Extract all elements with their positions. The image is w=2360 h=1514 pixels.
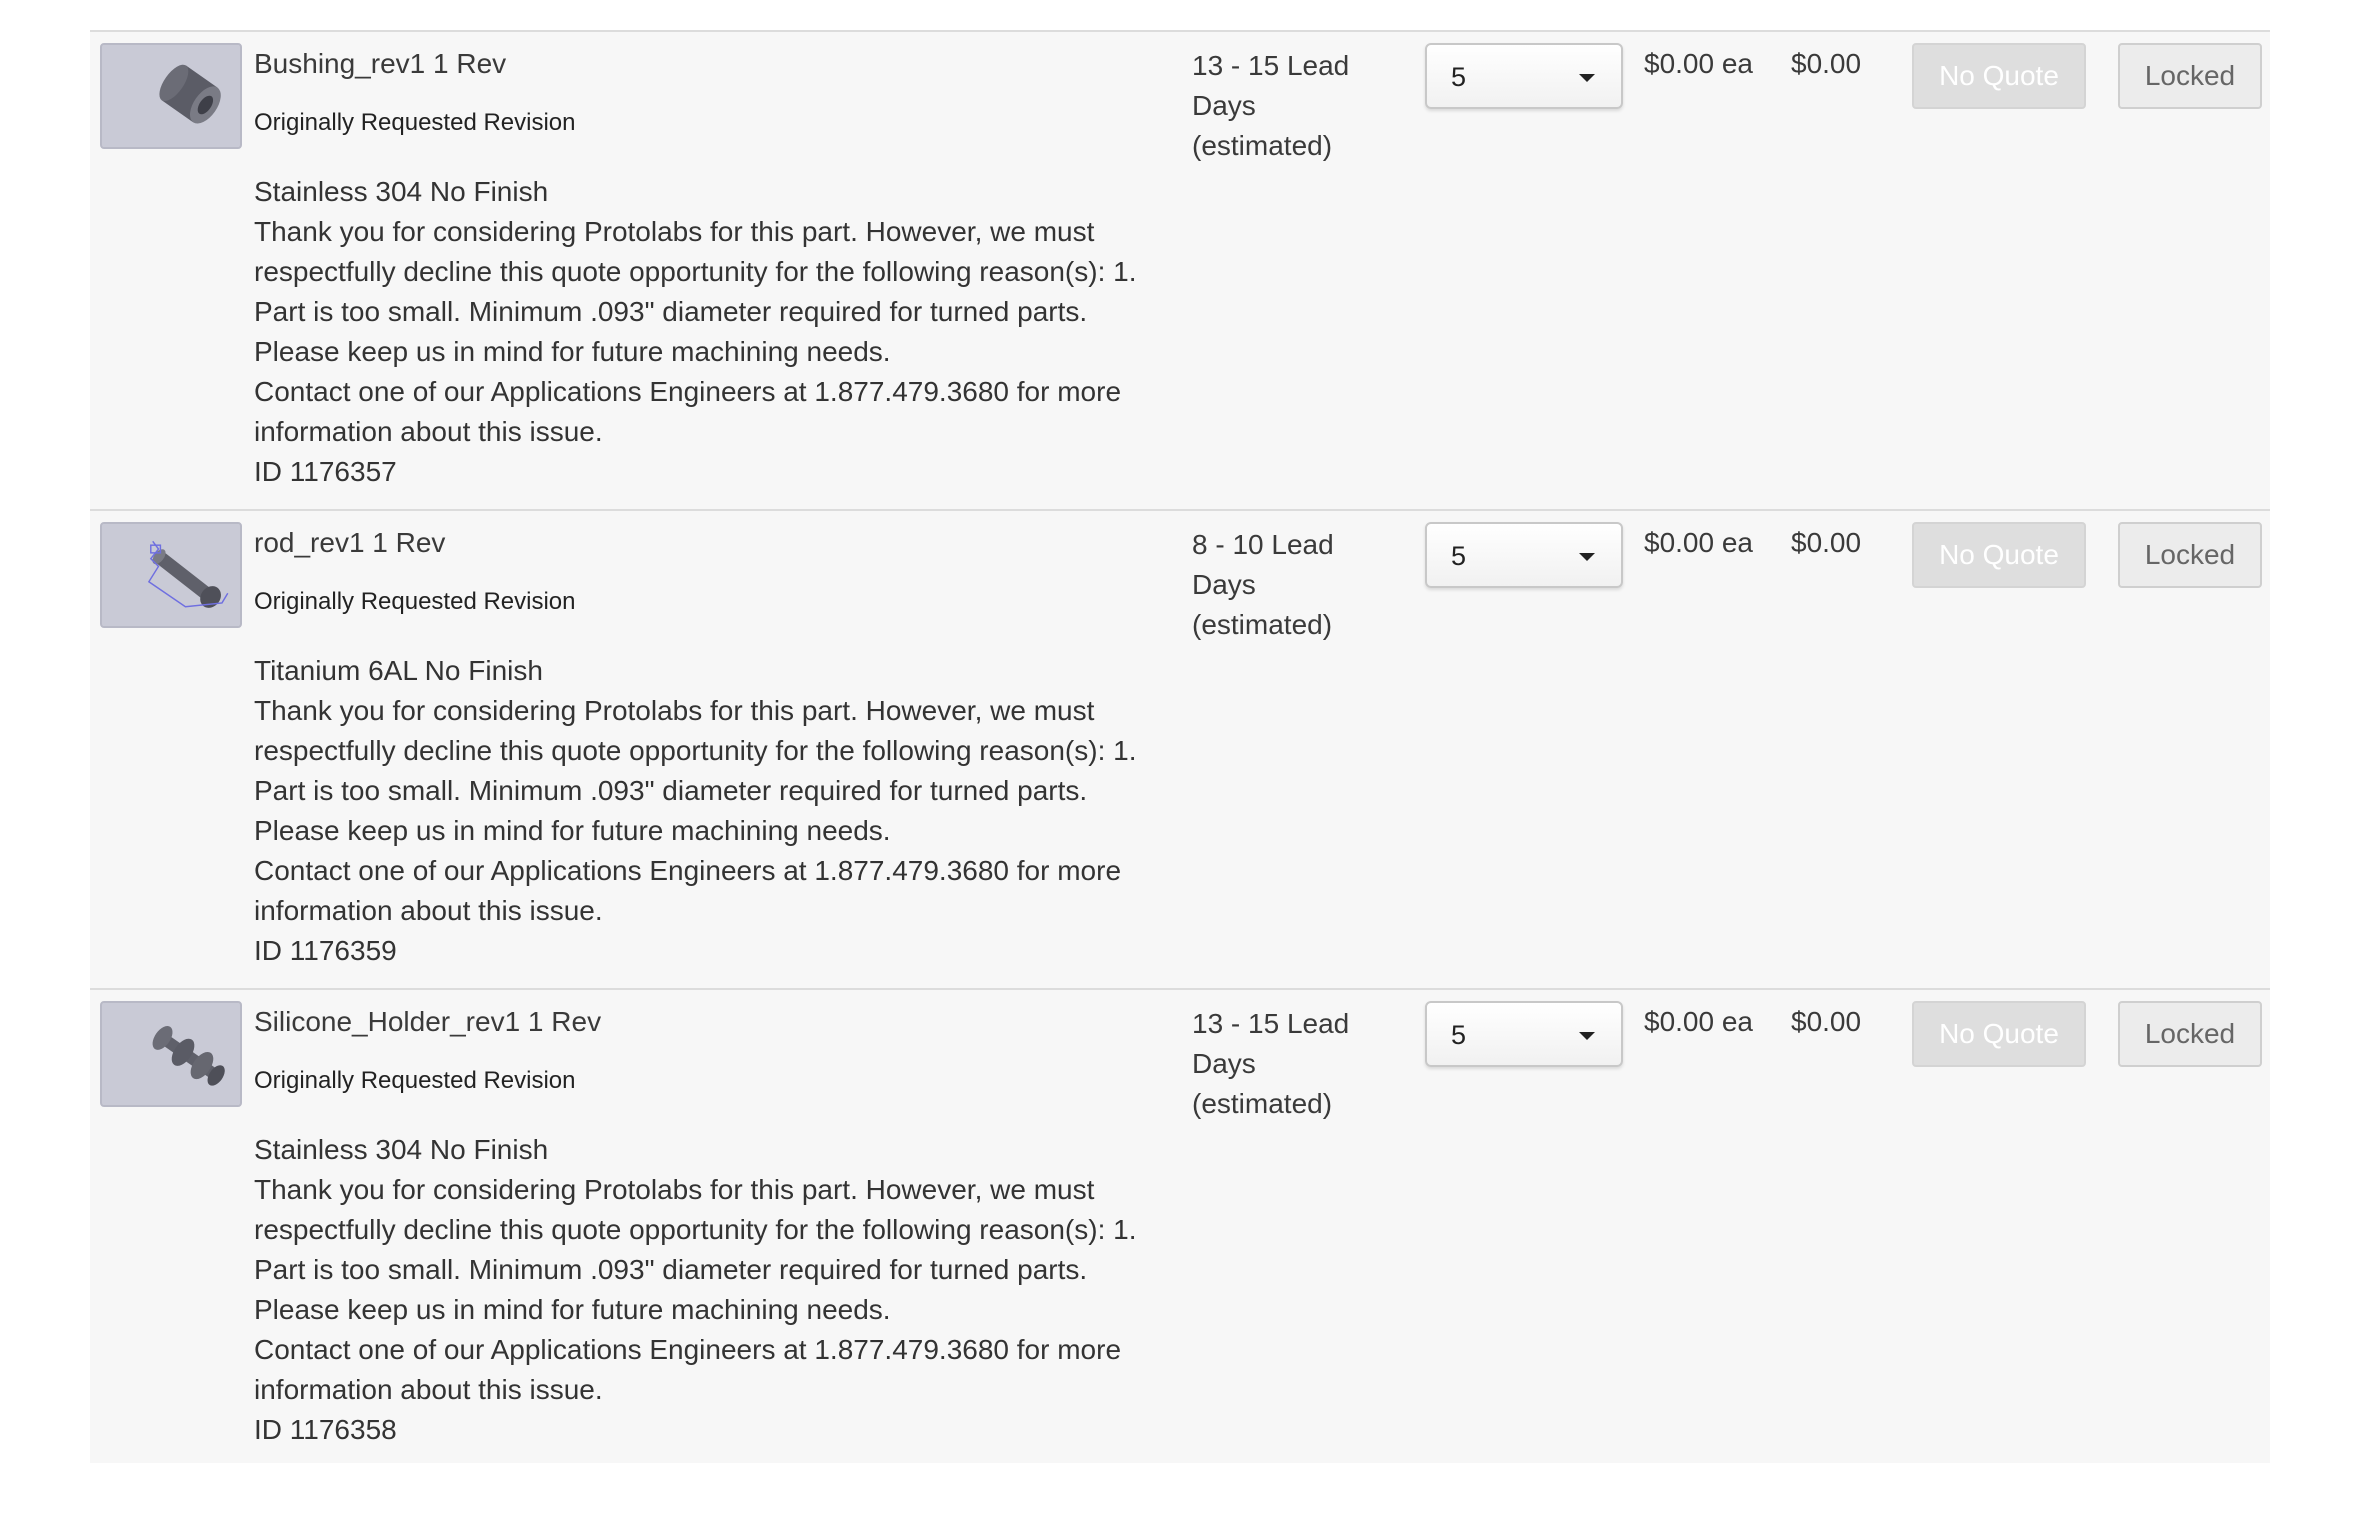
part-description: Stainless 304 No Finish Thank you for co… (254, 172, 1174, 492)
message-line: Please keep us in mind for future machin… (254, 1294, 891, 1325)
revision-label: Originally Requested Revision (254, 588, 576, 615)
lead-time-line: 13 - 15 Lead (1192, 1008, 1350, 1039)
message-line: Part is too small. Minimum .093" diamete… (254, 296, 1088, 327)
unit-price: $0.00 ea (1644, 527, 1753, 558)
lead-time: 13 - 15 Lead Days (estimated) (1192, 46, 1392, 166)
message-line: Contact one of our Applications Engineer… (254, 1334, 1122, 1365)
message-line: respectfully decline this quote opportun… (254, 256, 1137, 287)
message-line: information about this issue. (254, 1374, 603, 1405)
lead-time-line: (estimated) (1192, 1088, 1333, 1119)
part-name: rod_rev1 1 Rev (254, 527, 446, 558)
part-id: ID 1176358 (254, 1414, 397, 1445)
no-quote-button[interactable]: No Quote (1912, 1001, 2086, 1067)
lead-time-line: (estimated) (1192, 130, 1333, 161)
quantity-value: 5 (1451, 62, 1467, 92)
message-line: Thank you for considering Protolabs for … (254, 216, 1095, 247)
quantity-select[interactable]: 5 (1425, 1001, 1623, 1067)
lead-time-line: Days (1192, 90, 1256, 121)
quantity-value: 5 (1451, 541, 1467, 571)
message-line: Contact one of our Applications Engineer… (254, 376, 1122, 407)
lead-time-line: (estimated) (1192, 609, 1333, 640)
no-quote-button[interactable]: No Quote (1912, 43, 2086, 109)
bushing-part-icon[interactable] (100, 43, 242, 149)
rod-part-icon[interactable] (100, 522, 242, 628)
revision-label: Originally Requested Revision (254, 109, 576, 136)
quantity-value: 5 (1451, 1020, 1467, 1050)
total-price: $0.00 (1791, 48, 1862, 79)
quantity-select[interactable]: 5 (1425, 43, 1623, 109)
part-name: Bushing_rev1 1 Rev (254, 48, 507, 79)
lead-time-line: Days (1192, 569, 1256, 600)
part-info: Silicone_Holder_rev1 1 Rev Originally Re… (254, 1004, 1174, 1450)
locked-button[interactable]: Locked (2118, 1001, 2262, 1067)
table-row: Silicone_Holder_rev1 1 Rev Originally Re… (90, 990, 2270, 1463)
total-price: $0.00 (1791, 1006, 1862, 1037)
total-price: $0.00 (1791, 527, 1862, 558)
lead-time: 8 - 10 Lead Days (estimated) (1192, 525, 1392, 645)
message-line: respectfully decline this quote opportun… (254, 1214, 1137, 1245)
lead-time: 13 - 15 Lead Days (estimated) (1192, 1004, 1392, 1124)
lead-time-line: Days (1192, 1048, 1256, 1079)
message-line: Contact one of our Applications Engineer… (254, 855, 1122, 886)
locked-button[interactable]: Locked (2118, 43, 2262, 109)
message-line: Part is too small. Minimum .093" diamete… (254, 775, 1088, 806)
unit-price: $0.00 ea (1644, 1006, 1753, 1037)
table-row: Bushing_rev1 1 Rev Originally Requested … (90, 32, 2270, 511)
message-line: Thank you for considering Protolabs for … (254, 695, 1095, 726)
lead-time-line: 8 - 10 Lead (1192, 529, 1334, 560)
quantity-select[interactable]: 5 (1425, 522, 1623, 588)
silicone-holder-part-icon[interactable] (100, 1001, 242, 1107)
unit-price: $0.00 ea (1644, 48, 1753, 79)
part-name: Silicone_Holder_rev1 1 Rev (254, 1006, 602, 1037)
part-id: ID 1176357 (254, 456, 397, 487)
part-id: ID 1176359 (254, 935, 397, 966)
locked-button[interactable]: Locked (2118, 522, 2262, 588)
part-info: Bushing_rev1 1 Rev Originally Requested … (254, 46, 1174, 492)
message-line: information about this issue. (254, 416, 603, 447)
part-description: Stainless 304 No Finish Thank you for co… (254, 1130, 1174, 1450)
message-line: Please keep us in mind for future machin… (254, 336, 891, 367)
quote-parts-table: Bushing_rev1 1 Rev Originally Requested … (90, 30, 2270, 1463)
no-quote-button[interactable]: No Quote (1912, 522, 2086, 588)
material-text: Stainless 304 No Finish (254, 176, 549, 207)
material-text: Titanium 6AL No Finish (254, 655, 543, 686)
table-row: rod_rev1 1 Rev Originally Requested Revi… (90, 511, 2270, 990)
part-info: rod_rev1 1 Rev Originally Requested Revi… (254, 525, 1174, 971)
message-line: Please keep us in mind for future machin… (254, 815, 891, 846)
message-line: information about this issue. (254, 895, 603, 926)
message-line: respectfully decline this quote opportun… (254, 735, 1137, 766)
part-description: Titanium 6AL No Finish Thank you for con… (254, 651, 1174, 971)
caret-down-icon (1579, 553, 1595, 561)
revision-label: Originally Requested Revision (254, 1067, 576, 1094)
message-line: Thank you for considering Protolabs for … (254, 1174, 1095, 1205)
caret-down-icon (1579, 1032, 1595, 1040)
caret-down-icon (1579, 74, 1595, 82)
message-line: Part is too small. Minimum .093" diamete… (254, 1254, 1088, 1285)
material-text: Stainless 304 No Finish (254, 1134, 549, 1165)
lead-time-line: 13 - 15 Lead (1192, 50, 1350, 81)
